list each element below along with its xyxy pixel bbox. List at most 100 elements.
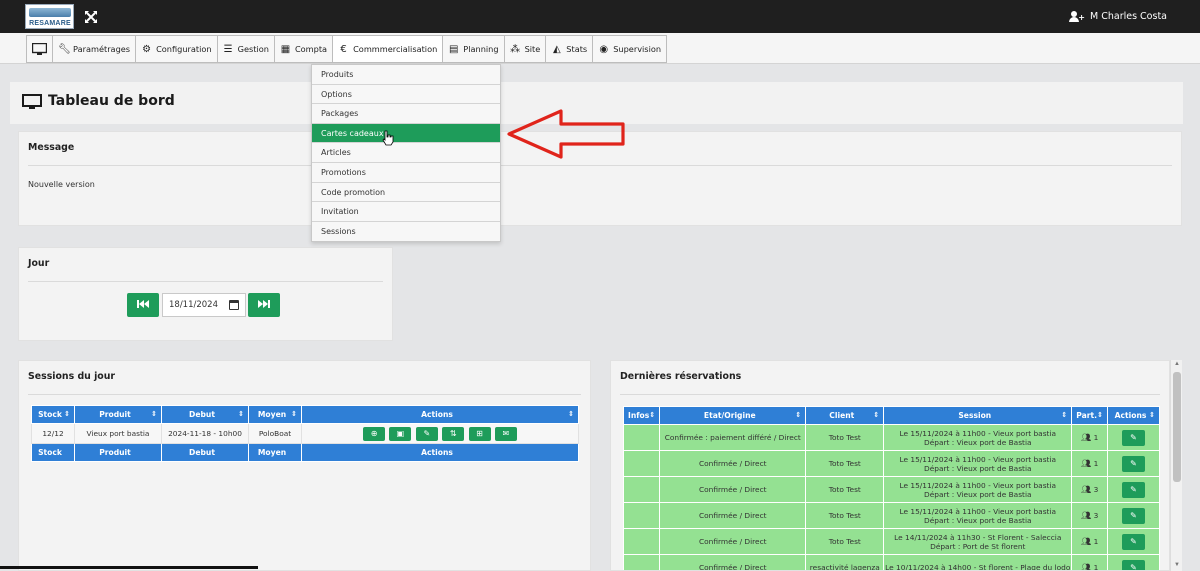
table-row[interactable]: Confirmée / Direct Toto Test Le 15/11/2024… bbox=[622, 502, 1160, 529]
column-header-stock[interactable]: Stock ⇕ bbox=[31, 405, 75, 424]
menu-item-code-promotion[interactable]: Code promotion bbox=[312, 183, 500, 203]
edit-button[interactable]: ✎ bbox=[1122, 507, 1146, 524]
nav-item-supervision[interactable]: ◉ Supervision bbox=[593, 36, 666, 62]
column-header-actions[interactable]: Actions ⇕ bbox=[301, 405, 579, 424]
table-row[interactable]: Confirmée / Direct Toto Test Le 15/11/2024… bbox=[622, 450, 1160, 477]
cell-actions: ⊕ ▣ ✎ ⇅ ⊞ ✉ bbox=[301, 423, 579, 444]
menu-item-sessions[interactable]: Sessions bbox=[312, 222, 500, 242]
next-day-button[interactable] bbox=[248, 293, 280, 317]
part-count: 1 bbox=[1093, 459, 1099, 468]
nav-item-dashboard[interactable] bbox=[27, 36, 53, 62]
reservations-panel: Dernières réservations Infos ⇕ Etat/Origi… bbox=[610, 360, 1170, 571]
nav-item-parametrages[interactable]: 🔧︎ Paramétrages bbox=[53, 36, 137, 62]
expand-icon[interactable] bbox=[84, 10, 98, 24]
calendar-icon: ▤ bbox=[449, 43, 459, 55]
session-departure: Départ : Vieux port de Bastia bbox=[924, 437, 1032, 447]
user-name: M Charles Costa bbox=[1090, 11, 1167, 22]
reservations-title: Dernières réservations bbox=[620, 371, 742, 382]
nav-label: Compta bbox=[294, 44, 328, 54]
column-header-actions[interactable]: Actions ⇕ bbox=[1107, 406, 1160, 425]
column-header-debut[interactable]: Debut ⇕ bbox=[161, 405, 249, 424]
cell-part: 👥︎ 3 bbox=[1071, 476, 1109, 503]
menu-item-cartes-cadeaux[interactable]: Cartes cadeaux bbox=[312, 123, 500, 144]
column-header-etat[interactable]: Etat/Origine ⇕ bbox=[659, 406, 807, 425]
nav-item-stats[interactable]: ◭ Stats bbox=[546, 36, 594, 62]
calendar-icon: ▣ bbox=[396, 428, 405, 438]
nav-label: Site bbox=[524, 44, 541, 54]
email-button[interactable]: ✉ bbox=[494, 426, 517, 441]
user-menu[interactable]: + M Charles Costa bbox=[1069, 11, 1167, 22]
envelope-icon: ✉ bbox=[502, 428, 510, 438]
calendar-button[interactable]: ▣ bbox=[389, 426, 412, 441]
cell-etat: Confirmée / Direct bbox=[659, 476, 807, 503]
session-departure: Départ : Vieux port de Bastia bbox=[924, 463, 1032, 473]
nav-label: Supervision bbox=[613, 44, 662, 54]
cell-infos bbox=[622, 450, 661, 477]
footer-produit: Produit bbox=[74, 443, 162, 462]
scroll-thumb[interactable] bbox=[1173, 372, 1181, 482]
edit-button[interactable]: ✎ bbox=[1122, 533, 1146, 550]
page-scrollbar[interactable]: ▲ ▼ bbox=[1170, 360, 1182, 571]
column-header-infos[interactable]: Infos ⇕ bbox=[622, 406, 661, 425]
menu-item-invitation[interactable]: Invitation bbox=[312, 202, 500, 222]
nav-item-configuration[interactable]: ⚙ Configuration bbox=[136, 36, 218, 62]
users-icon: 👥︎ bbox=[1081, 433, 1092, 442]
commercialisation-dropdown: Produits Options Packages Cartes cadeaux… bbox=[311, 64, 501, 243]
part-count: 1 bbox=[1093, 537, 1099, 546]
column-header-moyen[interactable]: Moyen ⇕ bbox=[248, 405, 302, 424]
cell-client: Toto Test bbox=[805, 528, 885, 555]
edit-button[interactable]: ✎ bbox=[1122, 455, 1146, 472]
cell-infos bbox=[622, 424, 661, 451]
calendar-icon[interactable] bbox=[229, 300, 239, 310]
calendar-plus-icon: ⊞ bbox=[476, 428, 483, 438]
part-count: 3 bbox=[1093, 485, 1099, 494]
logo-text: RESAMARE bbox=[29, 20, 71, 27]
column-header-client[interactable]: Client ⇕ bbox=[805, 406, 885, 425]
menu-item-promotions[interactable]: Promotions bbox=[312, 163, 500, 183]
cell-actions: ✎ bbox=[1107, 424, 1160, 451]
column-header-produit[interactable]: Produit ⇕ bbox=[74, 405, 162, 424]
resamare-logo[interactable]: RESAMARE bbox=[25, 4, 74, 29]
table-row[interactable]: Confirmée / Direct resactivité lagenza Le … bbox=[622, 554, 1160, 570]
column-header-session[interactable]: Session ⇕ bbox=[883, 406, 1073, 425]
previous-day-button[interactable] bbox=[127, 293, 159, 317]
divider bbox=[28, 394, 581, 395]
sort-button[interactable]: ⇅ bbox=[442, 426, 465, 441]
edit-button[interactable]: ✎ bbox=[415, 426, 438, 441]
scroll-down-icon[interactable]: ▼ bbox=[1173, 562, 1181, 570]
table-row[interactable]: Confirmée / Direct Toto Test Le 14/11/2024… bbox=[622, 528, 1160, 555]
edit-button[interactable]: ✎ bbox=[1122, 559, 1146, 570]
edit-icon: ✎ bbox=[423, 428, 431, 438]
users-icon: 👥︎ bbox=[1081, 485, 1092, 494]
red-arrow-annotation bbox=[507, 109, 625, 159]
nav-item-compta[interactable]: ▦ Compta bbox=[275, 36, 334, 62]
table-row[interactable]: Confirmée : paiement différé / Direct Tot… bbox=[622, 424, 1160, 451]
table-row[interactable]: Confirmée / Direct Toto Test Le 15/11/2024… bbox=[622, 476, 1160, 503]
edit-button[interactable]: ✎ bbox=[1122, 429, 1146, 446]
wrench-icon: 🔧︎ bbox=[58, 43, 71, 55]
nav-label: Commmercialisation bbox=[353, 44, 438, 54]
date-input[interactable]: 18/11/2024 bbox=[162, 293, 246, 317]
calendar-add-button[interactable]: ⊞ bbox=[468, 426, 491, 441]
cell-session: Le 15/11/2024 à 11h00 - Vieux port basti… bbox=[883, 502, 1073, 529]
logo-wave bbox=[29, 8, 71, 17]
eye-icon: ◉ bbox=[599, 43, 609, 55]
menu-item-produits[interactable]: Produits bbox=[312, 65, 500, 85]
divider bbox=[28, 165, 1172, 166]
cell-client: resactivité lagenza bbox=[805, 554, 885, 570]
add-button[interactable]: ⊕ bbox=[363, 426, 386, 441]
nav-item-planning[interactable]: ▤ Planning bbox=[443, 36, 505, 62]
cell-etat: Confirmée : paiement différé / Direct bbox=[659, 424, 807, 451]
column-header-part[interactable]: Part. ⇕ bbox=[1071, 406, 1109, 425]
cell-session: Le 15/11/2024 à 11h00 - Vieux port basti… bbox=[883, 424, 1073, 451]
menu-item-packages[interactable]: Packages bbox=[312, 104, 500, 124]
menu-item-articles[interactable]: Articles bbox=[312, 143, 500, 163]
edit-button[interactable]: ✎ bbox=[1122, 481, 1146, 498]
scroll-up-icon[interactable]: ▲ bbox=[1173, 361, 1181, 369]
user-plus-icon: + bbox=[1069, 11, 1085, 22]
cell-part: 👥︎ 1 bbox=[1071, 450, 1109, 477]
nav-item-site[interactable]: ⁂ Site bbox=[505, 36, 547, 62]
menu-item-options[interactable]: Options bbox=[312, 85, 500, 105]
nav-item-commercialisation[interactable]: € Commmercialisation bbox=[333, 36, 444, 62]
nav-item-gestion[interactable]: ☰ Gestion bbox=[218, 36, 275, 62]
